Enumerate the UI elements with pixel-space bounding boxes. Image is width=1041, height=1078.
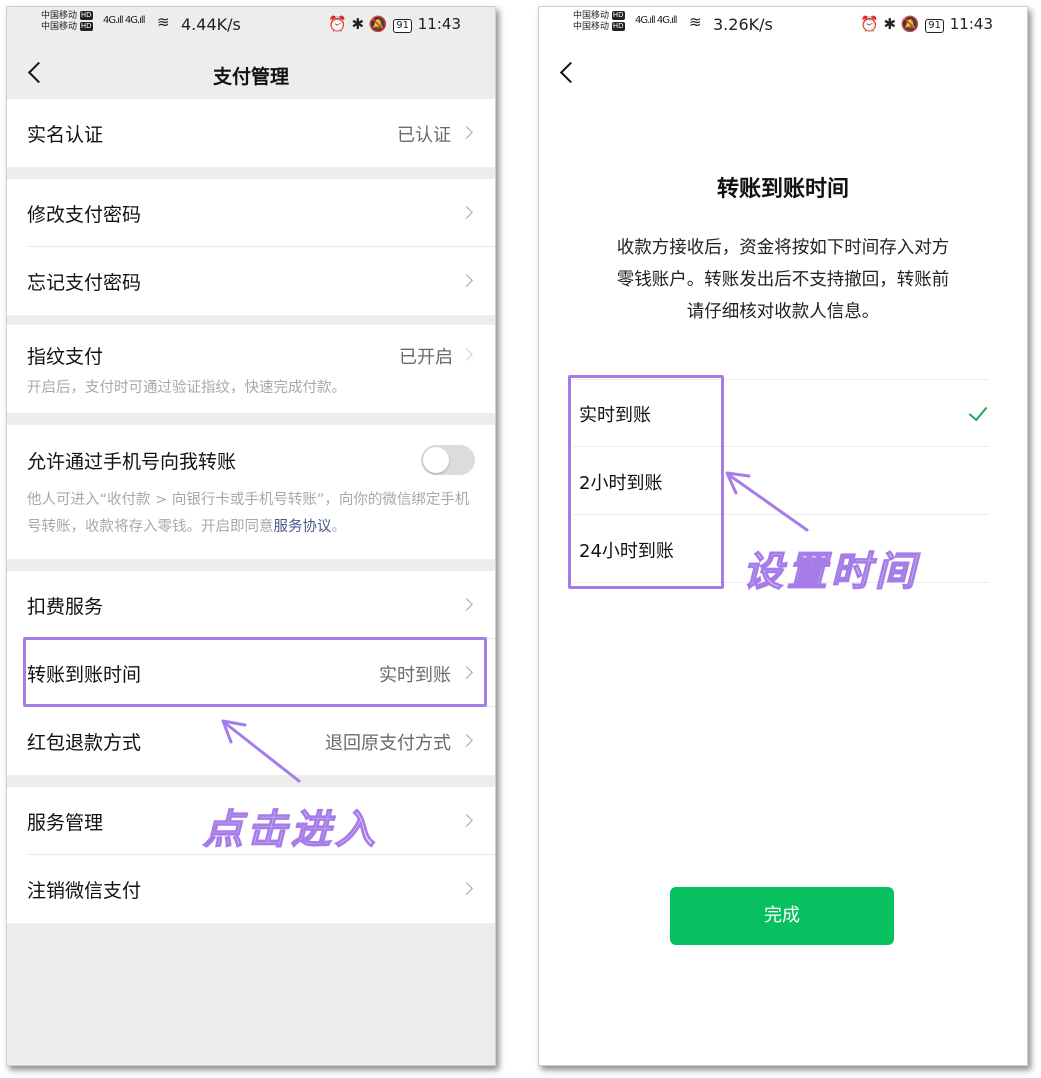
arrival-time-screen: 中国移动 HD 中国移动 HD 4G.ıll 4G.ıll ≋ 3.26K/s …	[538, 6, 1028, 1066]
payment-management-screen: 中国移动 HD 中国移动 HD 4G.ıll 4G.ıll ≋ 4.44K/s …	[6, 6, 496, 1066]
annotation-arrow-icon	[725, 471, 809, 532]
annotation-click-enter: 点击进入	[202, 805, 379, 853]
annotation-arrow-icon	[221, 719, 301, 783]
annotation-set-time: 设置时间	[742, 547, 919, 595]
